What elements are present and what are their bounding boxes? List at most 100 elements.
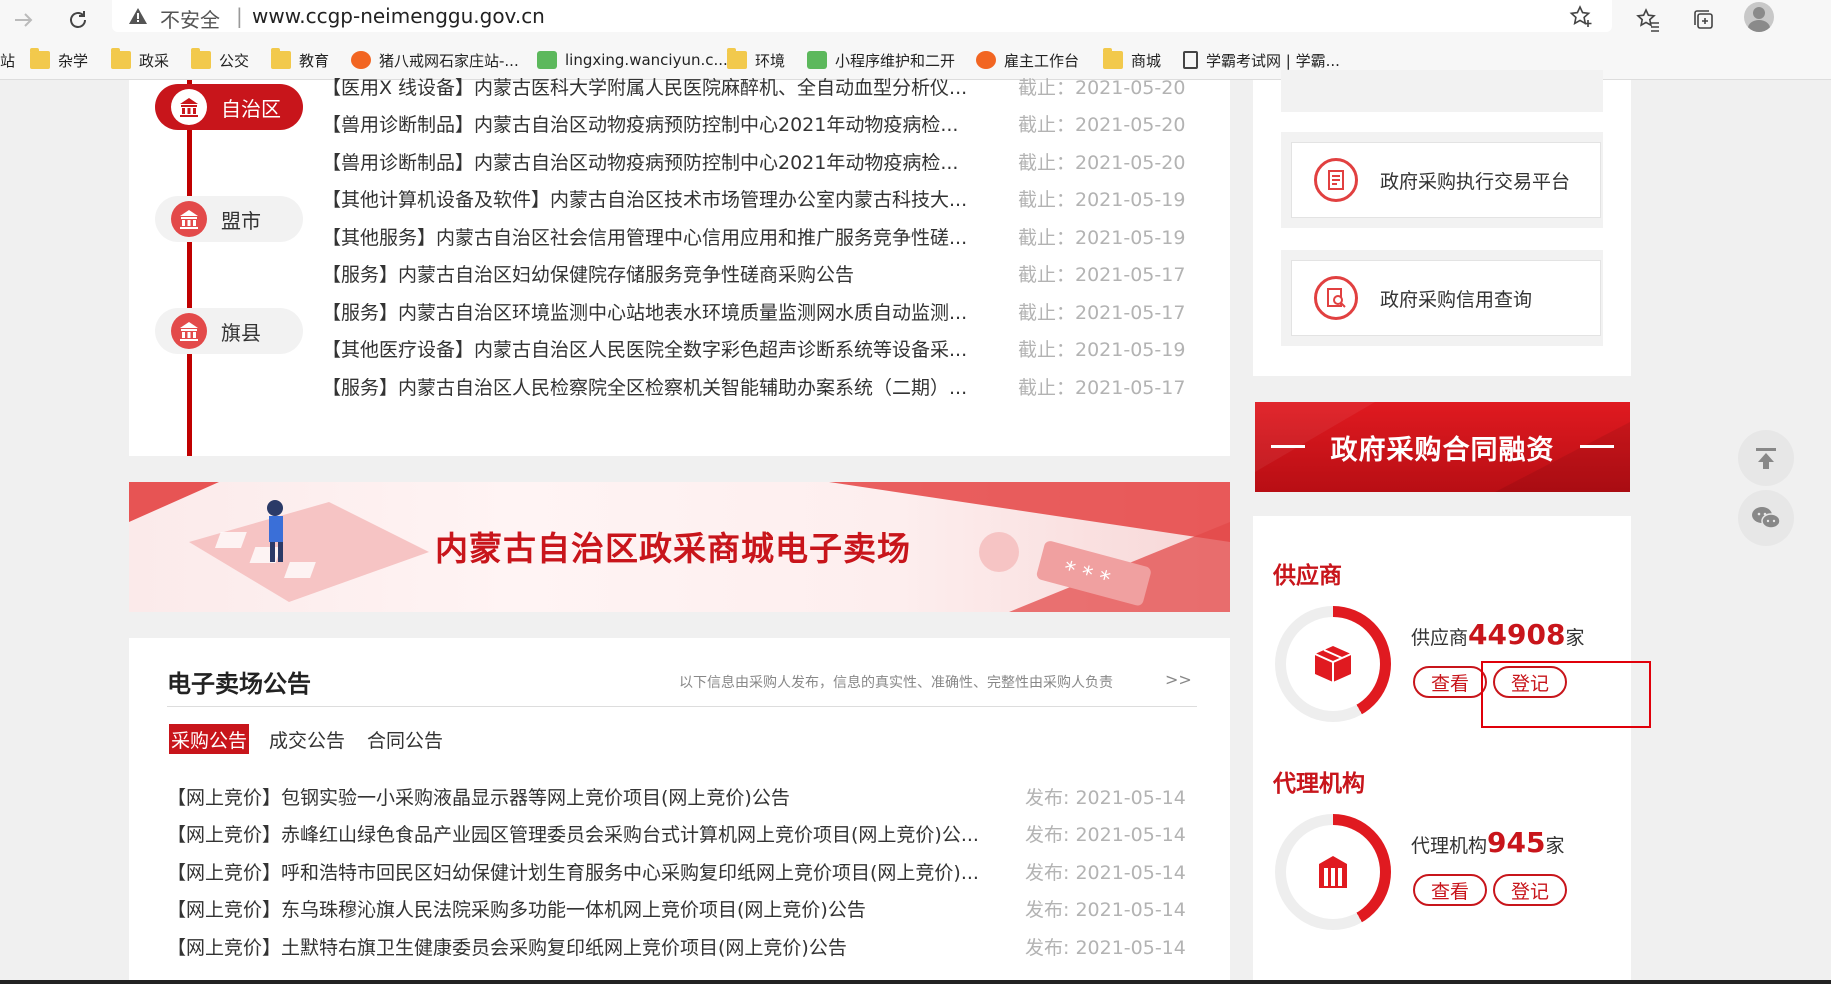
title-line-right bbox=[1580, 445, 1614, 448]
emall-row-title[interactable]: 【网上竞价】东乌珠穆沁旗人民法院采购多功能一体机网上竞价项目(网上竞价)公告 bbox=[167, 895, 1033, 922]
bookmark-label: 杂学 bbox=[58, 51, 89, 70]
tab-deal-notice[interactable]: 成交公告 bbox=[267, 724, 347, 754]
folder-icon bbox=[111, 48, 131, 69]
notice-row[interactable]: 【医用X 线设备】内蒙古医科大学附属人民医院麻醉机、全自动血型分析仪... 截止：… bbox=[322, 70, 1192, 102]
emall-row-title[interactable]: 【网上竞价】赤峰红山绿色食品产业园区管理委员会采购台式计算机网上竞价项目(网上竞… bbox=[167, 820, 1033, 847]
more-link[interactable]: >> bbox=[1165, 670, 1192, 689]
bookmark-item[interactable]: 雇主工作台 bbox=[976, 48, 1079, 72]
supplier-ring bbox=[1275, 606, 1391, 722]
notice-row[interactable]: 【兽用诊断制品】内蒙古自治区动物疫病预防控制中心2021年动物疫病检... 截止：… bbox=[322, 107, 1192, 139]
notice-row[interactable]: 【服务】内蒙古自治区环境监测中心站地表水环境质量监测网水质自动监测... 截止：2… bbox=[322, 295, 1192, 327]
emall-row[interactable]: 【网上竞价】东乌珠穆沁旗人民法院采购多功能一体机网上竞价项目(网上竞价)公告 发布… bbox=[167, 892, 1217, 924]
notice-title[interactable]: 【医用X 线设备】内蒙古医科大学附属人民医院麻醉机、全自动血型分析仪... bbox=[322, 73, 994, 100]
timeline-item-region[interactable]: 自治区 bbox=[155, 84, 303, 130]
service-card-partial bbox=[1281, 70, 1603, 112]
emall-row[interactable]: 【网上竞价】土默特右旗卫生健康委员会采购复印纸网上竞价项目(网上竞价)公告 发布:… bbox=[167, 930, 1217, 962]
folder-icon bbox=[271, 48, 291, 69]
document-icon bbox=[1183, 51, 1198, 69]
profile-avatar[interactable] bbox=[1744, 2, 1774, 32]
tab-purchase-notice[interactable]: 采购公告 bbox=[169, 724, 250, 754]
supplier-prefix: 供应商 bbox=[1411, 627, 1469, 649]
favorites-button[interactable] bbox=[1632, 4, 1664, 36]
notice-row[interactable]: 【服务】内蒙古自治区人民检察院全区检察机关智能辅助办案系统（二期）... 截止：2… bbox=[322, 370, 1192, 402]
notice-row[interactable]: 【其他医疗设备】内蒙古自治区人民医院全数字彩色超声诊断系统等设备采... 截止：2… bbox=[322, 332, 1192, 364]
reload-button[interactable] bbox=[62, 4, 94, 36]
notice-row[interactable]: 【其他计算机设备及软件】内蒙古自治区技术市场管理办公室内蒙古科技大... 截止：2… bbox=[322, 182, 1192, 214]
notice-deadline: 截止：2021-05-20 bbox=[1018, 113, 1186, 136]
bookmark-folder[interactable]: 政采 bbox=[111, 48, 169, 72]
notice-row[interactable]: 【兽用诊断制品】内蒙古自治区动物疫病预防控制中心2021年动物疫病检... 截止：… bbox=[322, 145, 1192, 177]
agency-count-line: 代理机构945家 bbox=[1411, 826, 1564, 859]
address-bar[interactable]: 不安全 | www.ccgp-neimenggu.gov.cn bbox=[112, 0, 1612, 32]
notice-row[interactable]: 【其他服务】内蒙古自治区社会信用管理中心信用应用和推广服务竞争性磋... 截止：2… bbox=[322, 220, 1192, 252]
timeline-item-league-city[interactable]: 盟市 bbox=[155, 196, 303, 242]
bookmark-label: 猪八戒网石家庄站-... bbox=[379, 51, 519, 70]
folder-icon bbox=[1103, 48, 1123, 69]
arrow-right-icon bbox=[15, 13, 33, 27]
url-separator: | bbox=[236, 4, 243, 28]
back-to-top-icon bbox=[1756, 448, 1776, 469]
emall-banner[interactable]: * * * 内蒙古自治区政采商城电子卖场 bbox=[129, 482, 1230, 612]
notice-title[interactable]: 【兽用诊断制品】内蒙古自治区动物疫病预防控制中心2021年动物疫病检... bbox=[322, 148, 994, 175]
emall-row-title[interactable]: 【网上竞价】包钢实验一小采购液晶显示器等网上竞价项目(网上竞价)公告 bbox=[167, 783, 1033, 810]
timeline-label: 自治区 bbox=[221, 96, 281, 121]
wechat-button[interactable] bbox=[1738, 490, 1794, 546]
service-exec-platform[interactable]: 政府采购执行交易平台 bbox=[1291, 142, 1601, 218]
notice-title[interactable]: 【其他服务】内蒙古自治区社会信用管理中心信用应用和推广服务竞争性磋... bbox=[322, 223, 994, 250]
timeline-item-banner-county[interactable]: 旗县 bbox=[155, 308, 303, 354]
folder-icon bbox=[30, 48, 50, 69]
bookmark-item[interactable]: 小程序维护和二开 bbox=[807, 48, 955, 72]
service-card: 政府采购执行交易平台 bbox=[1281, 132, 1603, 228]
back-to-top-button[interactable] bbox=[1738, 430, 1794, 486]
emall-row-title[interactable]: 【网上竞价】呼和浩特市回民区妇幼保健计划生育服务中心采购复印纸网上竞价项目(网上… bbox=[167, 858, 1033, 885]
site-icon bbox=[976, 51, 996, 69]
url-text[interactable]: www.ccgp-neimenggu.gov.cn bbox=[252, 4, 545, 28]
forward-button[interactable] bbox=[8, 4, 40, 36]
notice-title[interactable]: 【兽用诊断制品】内蒙古自治区动物疫病预防控制中心2021年动物疫病检... bbox=[322, 110, 994, 137]
emall-row-date: 发布: 2021-05-14 bbox=[1025, 898, 1186, 921]
security-label[interactable]: 不安全 bbox=[160, 4, 220, 33]
supplier-view-button[interactable]: 查看 bbox=[1413, 666, 1487, 698]
emall-row-title[interactable]: 【网上竞价】土默特右旗卫生健康委员会采购复印纸网上竞价项目(网上竞价)公告 bbox=[167, 933, 1033, 960]
bookmark-item[interactable]: 站 bbox=[0, 48, 15, 72]
emall-row[interactable]: 【网上竞价】包钢实验一小采购液晶显示器等网上竞价项目(网上竞价)公告 发布: 20… bbox=[167, 780, 1217, 812]
agency-count: 945 bbox=[1487, 826, 1546, 859]
site-icon bbox=[807, 51, 827, 69]
collections-button[interactable] bbox=[1688, 4, 1720, 36]
bookmark-item[interactable]: 学霸考试网 | 学霸... bbox=[1183, 48, 1340, 72]
emall-row[interactable]: 【网上竞价】呼和浩特市回民区妇幼保健计划生育服务中心采购复印纸网上竞价项目(网上… bbox=[167, 855, 1217, 887]
notice-title[interactable]: 【服务】内蒙古自治区环境监测中心站地表水环境质量监测网水质自动监测... bbox=[322, 298, 994, 325]
building-icon bbox=[171, 201, 207, 237]
tab-contract-notice[interactable]: 合同公告 bbox=[365, 724, 445, 754]
bookmark-label: 教育 bbox=[299, 51, 330, 70]
bookmark-folder[interactable]: 杂学 bbox=[30, 48, 88, 72]
bookmark-item[interactable]: 猪八戒网石家庄站-... bbox=[351, 48, 519, 72]
bookmark-item[interactable]: lingxing.wanciyun.c... bbox=[537, 48, 728, 72]
wechat-icon bbox=[1752, 507, 1781, 529]
annotation-highlight-box bbox=[1481, 661, 1651, 728]
notice-deadline: 截止：2021-05-20 bbox=[1018, 76, 1186, 99]
collections-icon bbox=[1694, 10, 1713, 29]
notice-title[interactable]: 【服务】内蒙古自治区人民检察院全区检察机关智能辅助办案系统（二期）... bbox=[322, 373, 994, 400]
bookmark-folder[interactable]: 教育 bbox=[271, 48, 329, 72]
bookmark-folder[interactable]: 环境 bbox=[727, 48, 785, 72]
contract-finance-banner[interactable]: 政府采购合同融资 bbox=[1255, 402, 1630, 492]
notice-deadline: 截止：2021-05-19 bbox=[1018, 188, 1186, 211]
notice-title[interactable]: 【其他计算机设备及软件】内蒙古自治区技术市场管理办公室内蒙古科技大... bbox=[322, 185, 994, 212]
notice-title[interactable]: 【服务】内蒙古自治区妇幼保健院存储服务竞争性磋商采购公告 bbox=[322, 260, 994, 287]
notice-row[interactable]: 【服务】内蒙古自治区妇幼保健院存储服务竞争性磋商采购公告 截止：2021-05-1… bbox=[322, 257, 1192, 289]
bookmark-folder[interactable]: 公交 bbox=[191, 48, 249, 72]
notice-deadline: 截止：2021-05-17 bbox=[1018, 263, 1186, 286]
bookmark-folder[interactable]: 商城 bbox=[1103, 48, 1161, 72]
building-icon bbox=[171, 313, 207, 349]
emall-row[interactable]: 【网上竞价】赤峰红山绿色食品产业园区管理委员会采购台式计算机网上竞价项目(网上竞… bbox=[167, 817, 1217, 849]
bookmark-label: 学霸考试网 | 学霸... bbox=[1206, 51, 1340, 70]
agency-view-button[interactable]: 查看 bbox=[1413, 874, 1487, 906]
bookmark-label: 商城 bbox=[1131, 51, 1162, 70]
agency-register-button[interactable]: 登记 bbox=[1493, 874, 1567, 906]
add-favorite-icon[interactable] bbox=[1568, 4, 1594, 30]
notice-title[interactable]: 【其他医疗设备】内蒙古自治区人民医院全数字彩色超声诊断系统等设备采... bbox=[322, 335, 994, 362]
emall-row-date: 发布: 2021-05-14 bbox=[1025, 786, 1186, 809]
service-credit-query[interactable]: 政府采购信用查询 bbox=[1291, 260, 1601, 336]
supplier-heading: 供应商 bbox=[1273, 563, 1342, 589]
